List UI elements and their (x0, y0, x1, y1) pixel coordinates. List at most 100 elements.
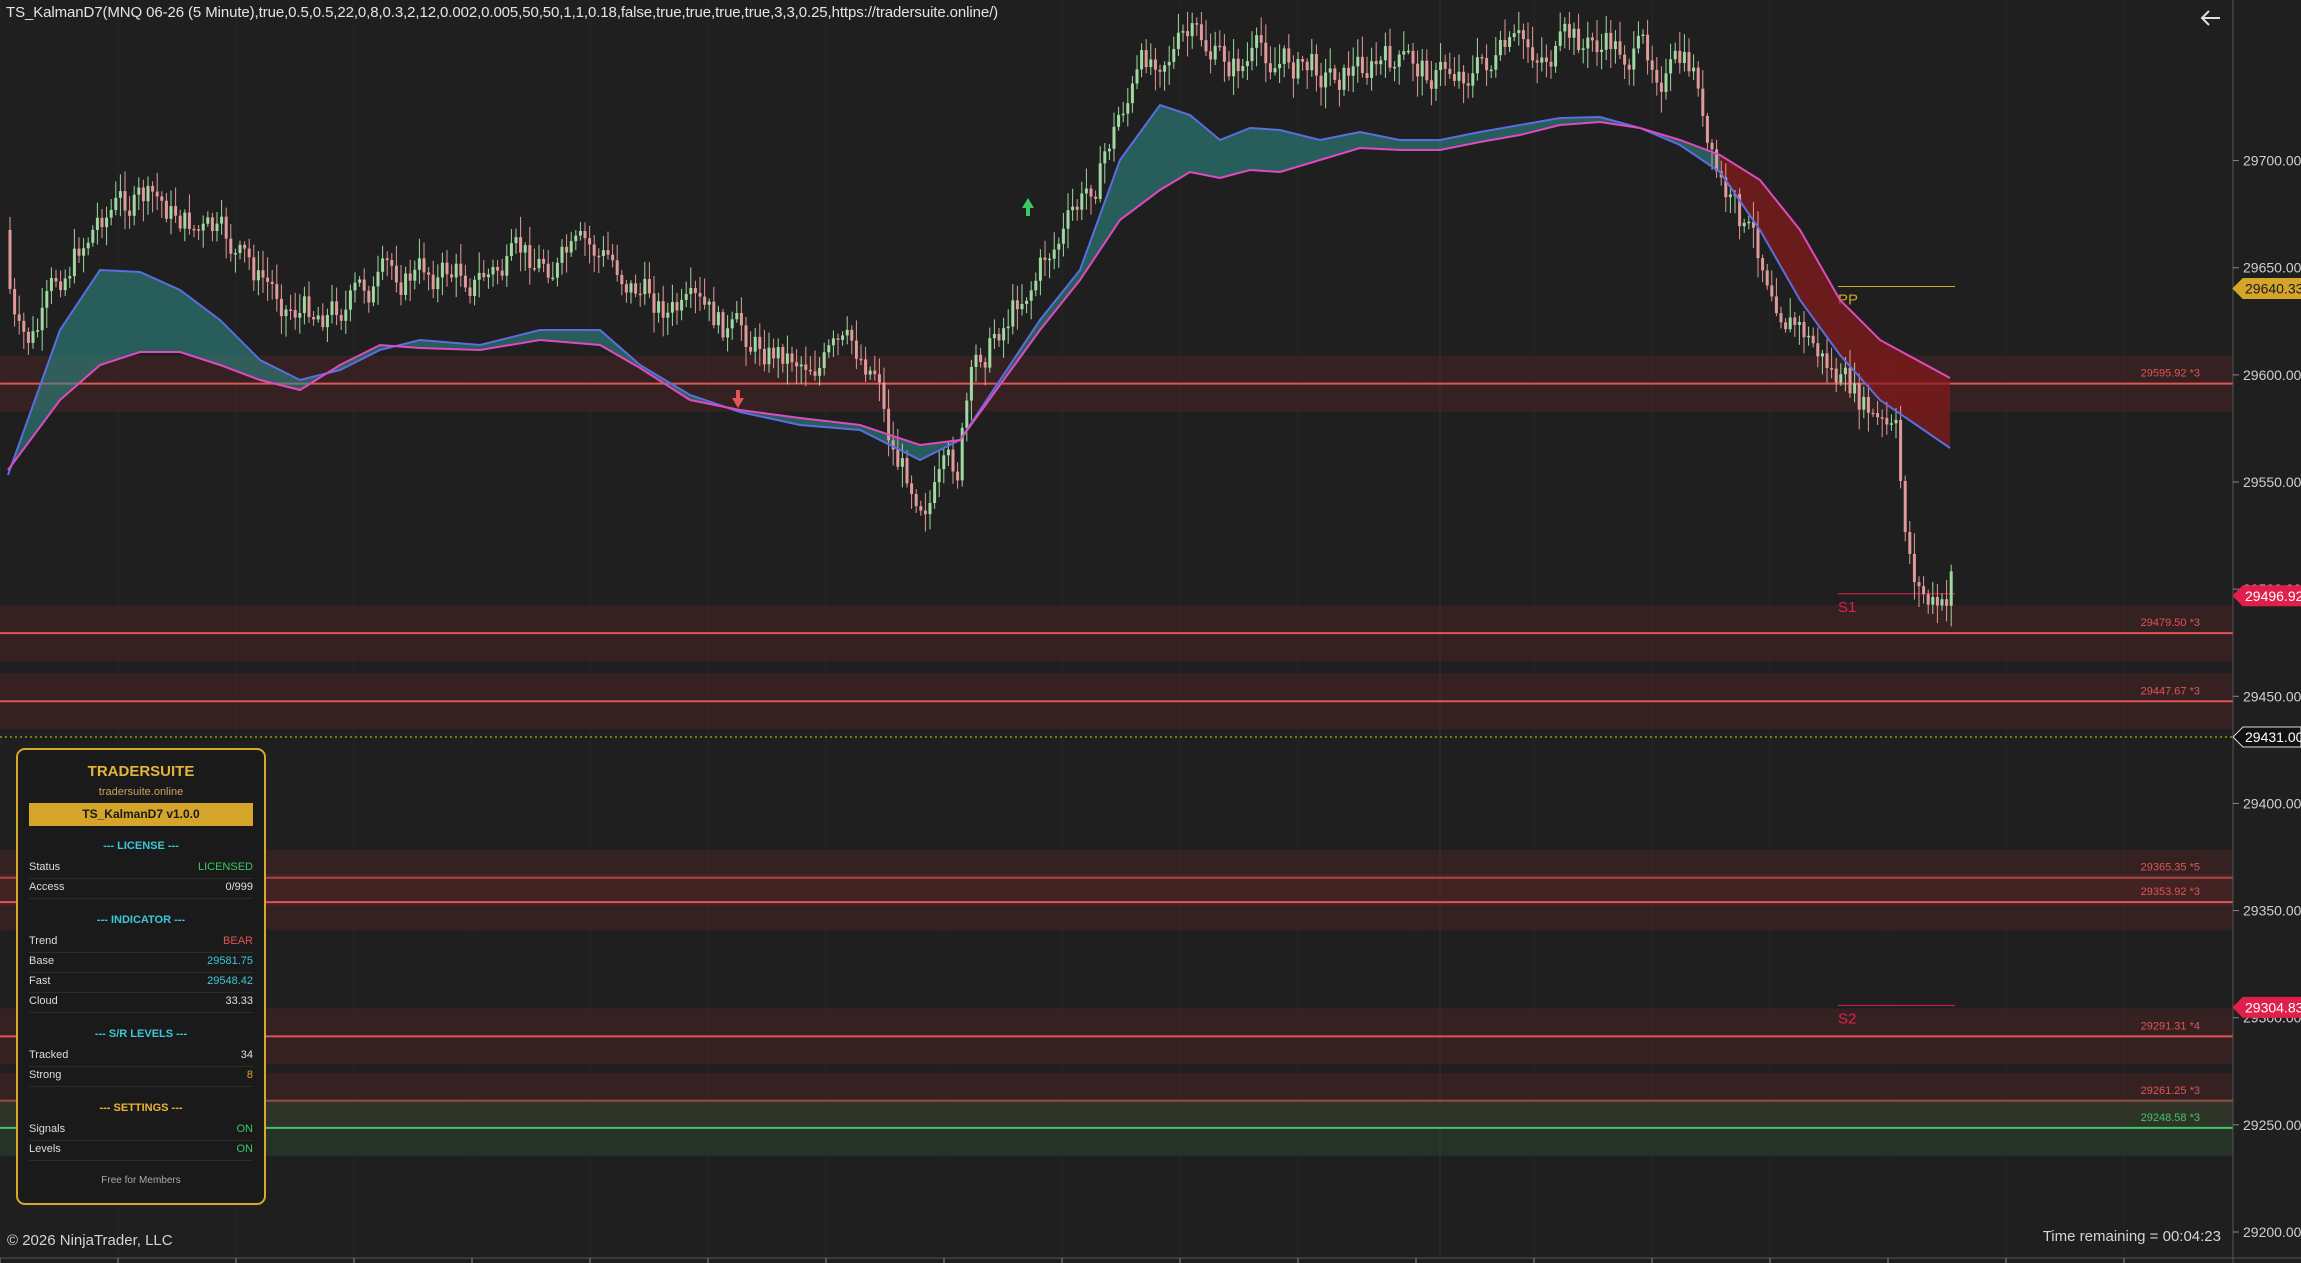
candle-body (1411, 50, 1415, 64)
candle-body (988, 338, 992, 368)
settings-heading: --- SETTINGS --- (99, 1102, 183, 1114)
candle-body (36, 330, 40, 332)
trend-label: Trend (29, 935, 58, 947)
candle-body (1278, 63, 1282, 69)
sr-level-label: 29291.31 *4 (2141, 1020, 2200, 1032)
price-tick-label: 29450.00 (2243, 688, 2301, 704)
candle-body (413, 269, 417, 281)
candle-body (1117, 114, 1121, 127)
levels-value: ON (236, 1143, 254, 1155)
candle-body (206, 217, 210, 224)
candle-body (1402, 51, 1406, 55)
candle-body (109, 209, 113, 218)
candle-body (404, 273, 408, 295)
candle-body (13, 288, 17, 315)
candle-body (1761, 258, 1765, 271)
candle-body (128, 210, 132, 216)
candle-body (1862, 396, 1866, 410)
candle-body (45, 291, 49, 308)
candle-body (496, 266, 500, 271)
candle-body (1305, 61, 1309, 71)
candle-body (1498, 39, 1502, 56)
candle-body (928, 502, 932, 515)
candle-body (266, 277, 270, 282)
candle-body (408, 273, 412, 281)
candle-body (1664, 73, 1668, 92)
candle-body (1342, 67, 1346, 90)
candle-body (634, 283, 638, 294)
price-chart[interactable]: 29595.92 *3 29479.50 *3 29447.67 *3 29365.3… (0, 0, 2301, 1263)
candle-body (233, 253, 237, 255)
candle-body (555, 262, 559, 278)
candle-body (1494, 55, 1498, 70)
candle-body (1448, 68, 1452, 75)
candle-body (739, 312, 743, 326)
sr-level-label: 29365.35 *5 (2141, 862, 2200, 874)
candle-body (1158, 69, 1162, 72)
candle-body (606, 250, 610, 255)
candle-body (371, 286, 375, 303)
candle-body (1420, 60, 1424, 77)
candle-body (197, 229, 201, 231)
sr-level-label: 29595.92 *3 (2141, 368, 2200, 380)
candle-body (220, 216, 224, 224)
candle-body (459, 263, 463, 276)
signals-row: Signals ON (29, 1120, 253, 1141)
candle-body (1351, 66, 1355, 76)
candle-body (1172, 48, 1176, 62)
candle-body (49, 277, 53, 292)
candle-body (795, 362, 799, 367)
candle-body (574, 235, 578, 242)
candle-body (1696, 67, 1700, 89)
candle-body (312, 317, 316, 320)
candle-body (468, 287, 472, 296)
strong-value: 8 (246, 1069, 253, 1081)
candle-body (1121, 113, 1125, 116)
candle-body (82, 248, 86, 256)
candle-body (399, 282, 403, 295)
candle-body (992, 333, 996, 339)
sr-level-label: 29447.67 *3 (2141, 685, 2200, 697)
candle-body (836, 338, 840, 340)
candle-body (951, 449, 955, 472)
candle-body (601, 250, 605, 257)
candle-body (1747, 221, 1751, 224)
candle-body (1057, 243, 1061, 250)
candle-body (850, 329, 854, 341)
panel-version: TS_KalmanD7 v1.0.0 (29, 803, 253, 826)
fast-label: Fast (29, 975, 51, 987)
candle-body (1163, 65, 1167, 72)
candle-body (192, 228, 196, 231)
candle-body (1241, 66, 1245, 72)
candle-body (914, 493, 918, 507)
candle-body (841, 335, 845, 340)
candle-body (293, 309, 297, 318)
back-arrow-icon[interactable] (2196, 3, 2226, 33)
candle-body (1397, 54, 1401, 67)
price-tick-label: 29700.00 (2243, 153, 2301, 169)
price-tick-label: 29250.00 (2243, 1117, 2301, 1133)
candle-body (1600, 49, 1604, 53)
candle-body (1590, 37, 1594, 41)
candle-body (1245, 61, 1249, 67)
candle-body (505, 256, 509, 276)
candle-body (1710, 142, 1714, 150)
tracked-value: 34 (240, 1049, 253, 1061)
candle-body (1917, 582, 1921, 587)
pivot-label: S2 (1838, 1010, 1856, 1027)
candle-body (707, 301, 711, 305)
candle-body (877, 374, 881, 383)
sr-level-label: 29479.50 *3 (2141, 617, 2200, 629)
candle-body (1489, 69, 1493, 72)
candle-body (776, 346, 780, 359)
candle-body (1567, 23, 1571, 38)
candle-body (611, 254, 615, 261)
panel-brand: TRADERSUITE (87, 763, 195, 780)
candle-body (8, 230, 12, 289)
candle-body (689, 288, 693, 294)
candle-body (1324, 72, 1328, 88)
price-tick-label: 29200.00 (2243, 1224, 2301, 1240)
candle-body (942, 455, 946, 470)
candle-body (1540, 57, 1544, 63)
candle-body (1236, 58, 1240, 72)
